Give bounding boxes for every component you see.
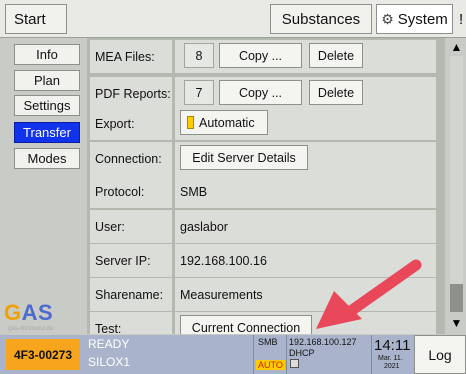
connection-label: Connection: (90, 142, 172, 175)
current-connection-button[interactable]: Current Connection (180, 315, 312, 334)
export-label: Export: (90, 107, 172, 140)
tab-more[interactable]: ! (455, 4, 466, 34)
mea-delete-button[interactable]: Delete (309, 43, 363, 68)
row-mea-files: MEA Files: 8 Copy ... Delete (87, 38, 445, 75)
user-label: User: (90, 210, 172, 243)
server-ip-label: Server IP: (90, 244, 172, 277)
pdf-delete-button[interactable]: Delete (309, 80, 363, 105)
scroll-down-icon[interactable]: ▼ (447, 314, 466, 332)
top-bar: Start Substances ⚙ System ! (0, 0, 466, 38)
gear-icon: ⚙ (381, 10, 394, 27)
toggle-indicator-icon (187, 116, 194, 129)
user-value: gaslabor (175, 210, 436, 243)
test-label: Test: (90, 312, 172, 334)
sidebar-item-plan[interactable]: Plan (14, 70, 80, 91)
tab-start[interactable]: Start (5, 4, 67, 34)
pdf-copy-button[interactable]: Copy ... (219, 80, 302, 105)
row-test: Test: Current Connection (87, 310, 445, 334)
sidebar-item-settings[interactable]: Settings (14, 95, 80, 116)
row-protocol: Protocol: SMB (87, 173, 445, 210)
status-auto-badge: AUTO (256, 360, 285, 370)
status-year: 2021 (384, 363, 400, 370)
status-divider (253, 335, 254, 374)
row-user: User: gaslabor (87, 208, 445, 245)
device-state: READY (88, 337, 130, 351)
scroll-up-icon[interactable]: ▲ (447, 38, 466, 56)
mea-files-label: MEA Files: (90, 40, 172, 73)
scroll-track[interactable] (450, 56, 463, 311)
sidebar-item-modes[interactable]: Modes (14, 148, 80, 169)
row-connection: Connection: Edit Server Details (87, 140, 445, 177)
sidebar: Info Plan Settings Transfer Modes (0, 38, 86, 334)
row-sharename: Sharename: Measurements (87, 276, 445, 313)
status-ip: 192.168.100.127 (289, 337, 357, 347)
device-name: SILOX1 (88, 355, 131, 369)
status-time: 14:11 (374, 337, 411, 354)
sidebar-item-info[interactable]: Info (14, 44, 80, 65)
pdf-reports-count: 7 (184, 80, 214, 105)
log-button[interactable]: Log (414, 335, 466, 374)
mea-files-count: 8 (184, 43, 214, 68)
sidebar-item-transfer[interactable]: Transfer (14, 122, 80, 143)
export-automatic-toggle[interactable]: Automatic (180, 110, 268, 135)
company-logo: GAS (4, 300, 54, 325)
export-automatic-label: Automatic (199, 115, 255, 130)
sharename-label: Sharename: (90, 278, 172, 311)
network-icon (290, 359, 299, 368)
logo-subtitle: gas-dortmund.de (8, 326, 54, 332)
status-date: Mar. 11. (378, 355, 403, 362)
status-divider (371, 335, 372, 374)
status-network-mode: DHCP (289, 348, 315, 358)
screen: Start Substances ⚙ System ! Info Plan Se… (0, 0, 466, 374)
row-server-ip: Server IP: 192.168.100.16 (87, 242, 445, 279)
device-id-badge: 4F3-00273 (6, 339, 80, 370)
protocol-value: SMB (175, 175, 436, 208)
status-bar: 4F3-00273 READY SILOX1 SMB AUTO 192.168.… (0, 335, 466, 374)
transfer-panel: MEA Files: 8 Copy ... Delete PDF Reports… (87, 38, 445, 334)
tab-system[interactable]: ⚙ System (376, 4, 453, 34)
edit-server-details-button[interactable]: Edit Server Details (180, 145, 308, 170)
row-export: Export: Automatic (87, 105, 445, 142)
scrollbar[interactable]: ▲ ▼ (447, 38, 466, 334)
status-protocol: SMB (258, 337, 278, 347)
mea-copy-button[interactable]: Copy ... (219, 43, 302, 68)
tab-substances[interactable]: Substances (270, 4, 372, 34)
server-ip-value: 192.168.100.16 (175, 244, 436, 277)
tab-system-label: System (397, 10, 448, 28)
status-divider (286, 335, 287, 374)
protocol-label: Protocol: (90, 175, 172, 208)
mea-files-cell (175, 40, 436, 73)
scroll-thumb[interactable] (450, 284, 463, 312)
sharename-value: Measurements (175, 278, 436, 311)
